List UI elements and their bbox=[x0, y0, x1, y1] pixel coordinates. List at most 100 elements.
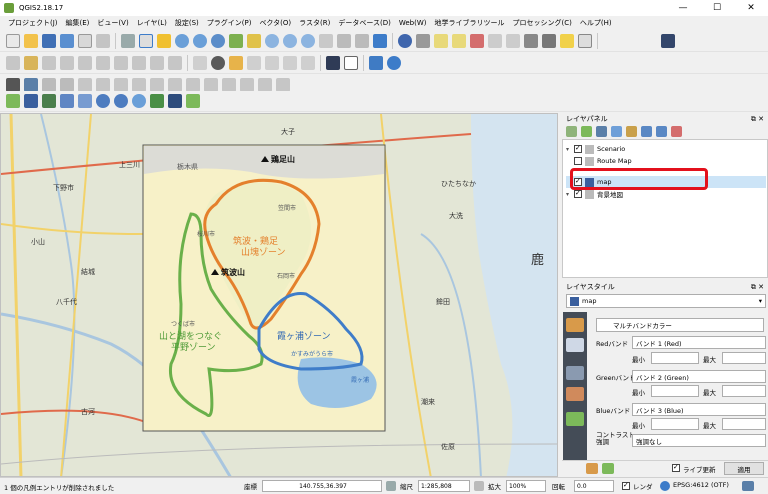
menu-view[interactable]: ビュー(V) bbox=[93, 18, 132, 28]
refresh-icon[interactable] bbox=[373, 33, 387, 48]
history-tab-icon[interactable] bbox=[566, 412, 584, 426]
zoom-last-icon[interactable] bbox=[283, 33, 297, 48]
collapse-all-icon[interactable] bbox=[656, 126, 667, 137]
plugin-icon[interactable] bbox=[326, 55, 340, 70]
zoom-in-icon[interactable] bbox=[175, 33, 189, 48]
new-shapefile-icon[interactable] bbox=[186, 94, 200, 108]
merge-attributes-icon[interactable] bbox=[258, 77, 272, 92]
new-map-view-icon[interactable] bbox=[319, 33, 333, 48]
rotate-symbols-icon[interactable] bbox=[276, 77, 290, 92]
current-edits-icon[interactable] bbox=[6, 55, 20, 70]
red-band-combo[interactable]: バンド 1 (Red) bbox=[632, 336, 766, 349]
deselect-icon[interactable] bbox=[470, 33, 484, 48]
python-console-icon[interactable] bbox=[369, 55, 383, 70]
select-by-value-icon[interactable] bbox=[452, 33, 466, 48]
maximize-button[interactable]: ☐ bbox=[700, 0, 734, 16]
menu-web[interactable]: Web(W) bbox=[395, 19, 431, 27]
undo-plugin-icon[interactable] bbox=[387, 55, 401, 70]
add-raster-layer-icon[interactable] bbox=[24, 94, 38, 108]
red-min-input[interactable] bbox=[651, 352, 699, 364]
live-update-checkbox[interactable] bbox=[672, 463, 680, 472]
map-tips-icon[interactable] bbox=[560, 33, 574, 48]
remove-layer-icon[interactable] bbox=[671, 126, 682, 137]
field-calculator-icon[interactable] bbox=[506, 33, 520, 48]
lock-scale-icon[interactable] bbox=[474, 481, 484, 491]
measure-icon[interactable] bbox=[542, 33, 556, 48]
offset-curve-icon[interactable] bbox=[186, 77, 200, 92]
cut-features-icon[interactable] bbox=[132, 55, 146, 70]
expand-icon[interactable]: ▾ bbox=[566, 191, 574, 198]
menu-processing[interactable]: プロセッシング(C) bbox=[509, 18, 576, 28]
toggle-extents-icon[interactable] bbox=[386, 481, 396, 491]
menu-raster[interactable]: ラスタ(R) bbox=[295, 18, 334, 28]
filter-legend-icon[interactable] bbox=[611, 126, 622, 137]
expand-icon[interactable]: ▾ bbox=[566, 146, 574, 153]
copy-features-icon[interactable] bbox=[150, 55, 164, 70]
menu-project[interactable]: プロジェクト(J) bbox=[4, 18, 62, 28]
zoom-native-icon[interactable] bbox=[211, 33, 225, 48]
layer-visibility-checkbox[interactable] bbox=[574, 157, 582, 165]
add-ring-icon[interactable] bbox=[78, 77, 92, 92]
magnifier-spinbox[interactable]: 100% bbox=[506, 480, 546, 492]
redo-icon[interactable] bbox=[60, 77, 74, 92]
text-annotation-icon[interactable] bbox=[578, 33, 592, 48]
reshape-icon[interactable] bbox=[168, 77, 182, 92]
move-label-icon[interactable] bbox=[265, 55, 279, 70]
change-label-icon[interactable] bbox=[301, 55, 315, 70]
rotate-point-icon[interactable] bbox=[6, 77, 20, 92]
menu-database[interactable]: データベース(D) bbox=[334, 18, 395, 28]
delete-selected-icon[interactable] bbox=[114, 55, 128, 70]
render-checkbox[interactable] bbox=[622, 481, 630, 490]
red-max-input[interactable] bbox=[722, 352, 766, 364]
layout-manager-icon[interactable] bbox=[96, 33, 110, 48]
add-wms-icon[interactable] bbox=[96, 94, 110, 108]
merge-features-icon[interactable] bbox=[240, 77, 254, 92]
green-max-input[interactable] bbox=[722, 385, 766, 397]
add-part-icon[interactable] bbox=[96, 77, 110, 92]
toggle-editing-icon[interactable] bbox=[24, 55, 38, 70]
add-mssql-icon[interactable] bbox=[78, 94, 92, 108]
menu-settings[interactable]: 設定(S) bbox=[171, 18, 203, 28]
add-wfs-icon[interactable] bbox=[132, 94, 146, 108]
map-canvas[interactable]: 上三川 下野市 結城 小山 八千代 古河 大子 ひたちなか 大洗 鉾田 潮来 佐… bbox=[0, 113, 558, 477]
add-vector-layer-icon[interactable] bbox=[6, 94, 20, 108]
label-style-icon[interactable] bbox=[211, 55, 225, 70]
fill-ring-icon[interactable] bbox=[114, 77, 128, 92]
simplify-icon[interactable] bbox=[24, 77, 38, 92]
green-band-combo[interactable]: バンド 2 (Green) bbox=[632, 370, 766, 383]
minimize-button[interactable]: — bbox=[666, 0, 700, 16]
new-project-icon[interactable] bbox=[6, 33, 20, 48]
undo-icon[interactable] bbox=[42, 77, 56, 92]
manage-themes-icon[interactable] bbox=[596, 126, 607, 137]
blue-band-combo[interactable]: バンド 3 (Blue) bbox=[632, 403, 766, 416]
zoom-layer-icon[interactable] bbox=[265, 33, 279, 48]
scale-combo[interactable]: 1:285,808 bbox=[418, 480, 470, 492]
pan-to-selection-icon[interactable] bbox=[157, 33, 171, 48]
identify-icon[interactable] bbox=[398, 33, 412, 48]
messages-icon[interactable] bbox=[742, 481, 754, 491]
add-delimited-text-icon[interactable] bbox=[150, 94, 164, 108]
help-icon[interactable] bbox=[661, 33, 675, 48]
menu-help[interactable]: ヘルプ(H) bbox=[576, 18, 616, 28]
select-features-icon[interactable] bbox=[434, 33, 448, 48]
rotate-label-icon[interactable] bbox=[283, 55, 297, 70]
save-edits-icon[interactable] bbox=[42, 55, 56, 70]
delete-ring-icon[interactable] bbox=[132, 77, 146, 92]
node-tool-icon[interactable] bbox=[96, 55, 110, 70]
renderer-type-combo[interactable]: マルチバンドカラー bbox=[596, 318, 764, 332]
crs-globe-icon[interactable] bbox=[660, 481, 670, 491]
run-action-icon[interactable] bbox=[416, 33, 430, 48]
undo-style-icon[interactable] bbox=[586, 463, 598, 474]
crs-status[interactable]: EPSG:4612 (OTF) bbox=[673, 481, 729, 489]
save-as-icon[interactable] bbox=[60, 33, 74, 48]
split-parts-icon[interactable] bbox=[222, 77, 236, 92]
coordinate-field[interactable]: 140.755,36.397 bbox=[262, 480, 382, 492]
add-postgis-icon[interactable] bbox=[42, 94, 56, 108]
pan-icon[interactable] bbox=[139, 33, 153, 48]
move-feature-icon[interactable] bbox=[78, 55, 92, 70]
delete-part-icon[interactable] bbox=[150, 77, 164, 92]
save-project-icon[interactable] bbox=[42, 33, 56, 48]
layer-row-route-map[interactable]: Route Map bbox=[566, 155, 766, 167]
add-spatialite-icon[interactable] bbox=[60, 94, 74, 108]
menu-plugins[interactable]: プラグイン(P) bbox=[203, 18, 256, 28]
